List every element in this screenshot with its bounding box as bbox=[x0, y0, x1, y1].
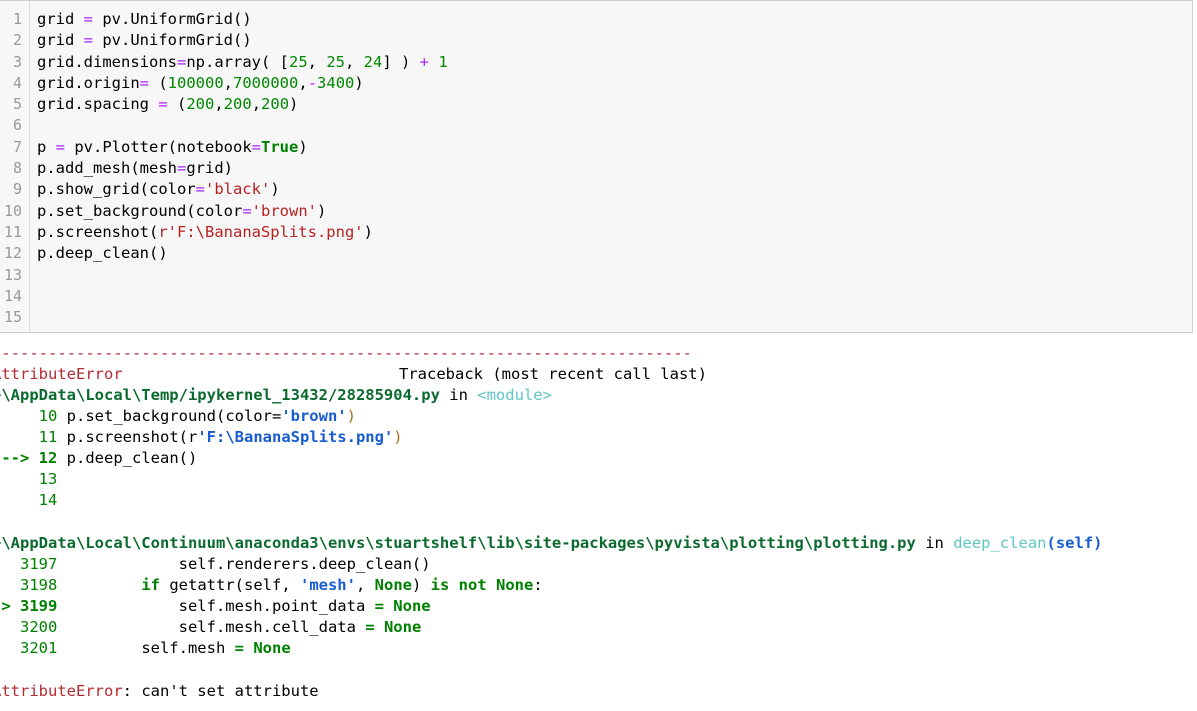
traceback-frame-1: ~\AppData\Local\Temp/ipykernel_13432/282… bbox=[0, 385, 552, 406]
frame-path: ~\AppData\Local\Continuum\anaconda3\envs… bbox=[0, 534, 916, 552]
traceback-line: 3201 self.mesh = None bbox=[20, 639, 291, 657]
traceback-title: Traceback (most recent call last) bbox=[399, 365, 707, 383]
traceback-header: AttributeError Traceback (most recent cal… bbox=[0, 364, 707, 385]
traceback-line: 3197 self.renderers.deep_clean() bbox=[20, 555, 431, 573]
traceback-separator: ----------------------------------------… bbox=[0, 344, 692, 362]
code-line[interactable] bbox=[37, 265, 448, 286]
traceback-frame-2: ~\AppData\Local\Continuum\anaconda3\envs… bbox=[0, 533, 1103, 554]
code-line[interactable]: p.add_mesh(mesh=grid) bbox=[37, 158, 448, 179]
traceback-line: 3200 self.mesh.cell_data = None bbox=[20, 618, 422, 636]
traceback-line: 14 bbox=[38, 491, 58, 509]
line-number: 1 bbox=[12, 10, 22, 28]
error-name: AttributeError bbox=[0, 365, 123, 383]
line-number-gutter: 1 2 3 4 5 6 7 8 9 10 11 12 13 14 15 bbox=[0, 9, 26, 328]
line-number: 11 bbox=[3, 222, 22, 241]
traceback-line: 11 p.screenshot(r'F:\BananaSplits.png') bbox=[38, 428, 403, 446]
traceback-line-current: -> 3199 self.mesh.point_data = None bbox=[0, 597, 431, 615]
traceback-line: 13 bbox=[38, 470, 58, 488]
frame-function: deep_clean bbox=[953, 534, 1047, 552]
code-line[interactable] bbox=[37, 286, 448, 307]
code-line[interactable]: grid.dimensions=np.array( [25, 25, 24] )… bbox=[37, 52, 448, 73]
line-number: 8 bbox=[12, 159, 22, 178]
line-number: 15 bbox=[3, 308, 22, 327]
traceback-line-current: ---> 12 p.deep_clean() bbox=[0, 449, 198, 467]
gutter-divider bbox=[29, 1, 30, 332]
code-line[interactable]: grid.origin= (100000,7000000,-3400) bbox=[37, 73, 448, 94]
code-line[interactable]: p.set_background(color='brown') bbox=[37, 201, 448, 222]
line-number: 3 bbox=[12, 52, 22, 71]
code-editor[interactable]: grid = pv.UniformGrid() grid = pv.Unifor… bbox=[37, 9, 448, 328]
line-number: 2 bbox=[12, 31, 22, 50]
line-number: 13 bbox=[3, 265, 22, 284]
error-message: AttributeError: can't set attribute bbox=[0, 681, 319, 702]
error-name: AttributeError bbox=[0, 682, 123, 700]
code-line[interactable]: grid = pv.UniformGrid() bbox=[37, 9, 448, 30]
code-line[interactable] bbox=[37, 115, 448, 136]
line-number: 14 bbox=[3, 286, 22, 305]
frame-module: <module> bbox=[477, 386, 552, 404]
code-line[interactable]: p.deep_clean() bbox=[37, 243, 448, 264]
code-line[interactable]: grid = pv.UniformGrid() bbox=[37, 30, 448, 51]
code-line[interactable]: p.screenshot(r'F:\BananaSplits.png') bbox=[37, 222, 448, 243]
line-number: 4 bbox=[12, 73, 22, 92]
line-number: 12 bbox=[3, 244, 22, 263]
code-line[interactable]: grid.spacing = (200,200,200) bbox=[37, 94, 448, 115]
line-number: 10 bbox=[3, 201, 22, 220]
line-number: 7 bbox=[12, 137, 22, 156]
line-number: 6 bbox=[12, 116, 22, 135]
line-number: 9 bbox=[12, 180, 22, 199]
traceback-line: 3198 if getattr(self, 'mesh', None) is n… bbox=[20, 576, 543, 594]
code-line[interactable] bbox=[37, 307, 448, 328]
code-line[interactable]: p = pv.Plotter(notebook=True) bbox=[37, 137, 448, 158]
traceback-line: 10 p.set_background(color='brown') bbox=[38, 407, 356, 425]
code-cell[interactable]: 1 2 3 4 5 6 7 8 9 10 11 12 13 14 15 grid… bbox=[0, 0, 1193, 333]
frame-path: ~\AppData\Local\Temp/ipykernel_13432/282… bbox=[0, 386, 440, 404]
code-line[interactable]: p.show_grid(color='black') bbox=[37, 179, 448, 200]
line-number: 5 bbox=[12, 95, 22, 114]
